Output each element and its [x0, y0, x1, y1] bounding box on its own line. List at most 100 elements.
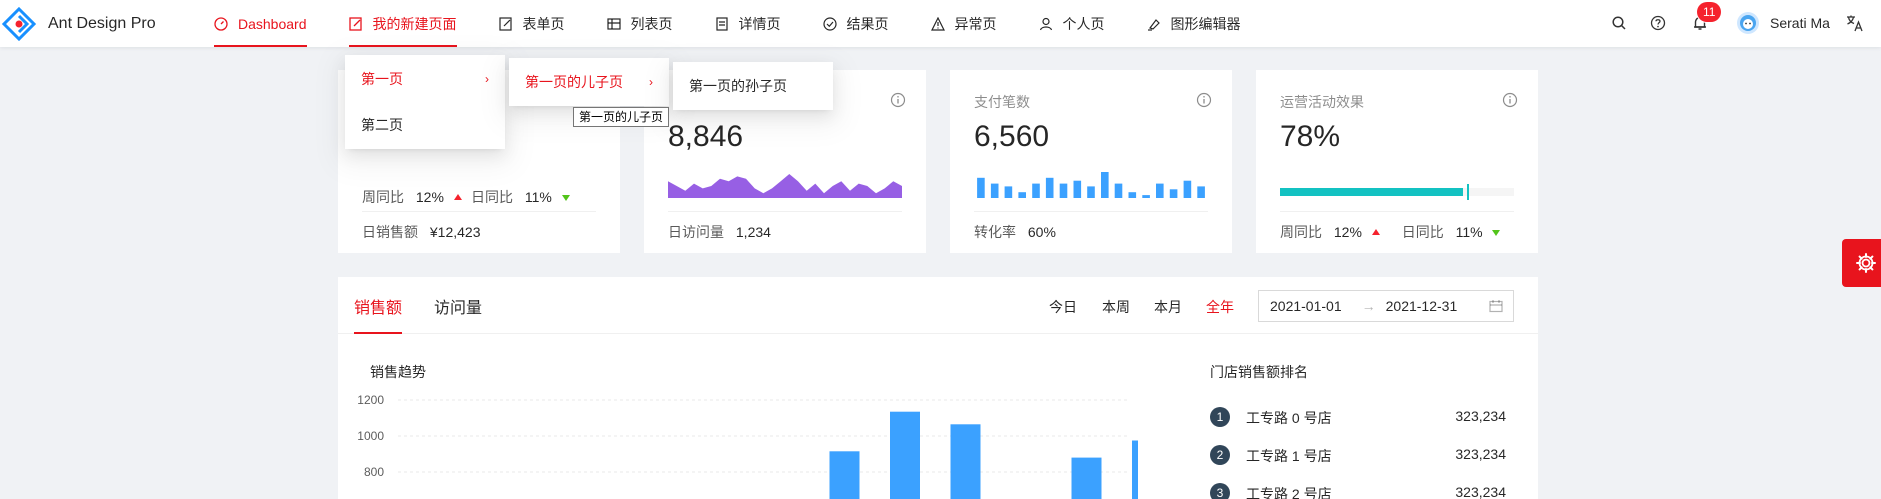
tab-ink-bar — [354, 332, 402, 334]
trend-label: 周同比 — [362, 189, 404, 205]
avatar[interactable] — [1737, 12, 1759, 34]
caret-down-icon — [1492, 230, 1501, 236]
payments-bar — [1142, 195, 1150, 198]
nav-label: 图形编辑器 — [1170, 15, 1241, 32]
nav-list-page[interactable]: 列表页 — [606, 0, 693, 47]
operations-card: 运营活动效果 78% 周同比 12% 日同比 11% — [1256, 70, 1538, 253]
sales-bar — [829, 451, 860, 499]
nav-account-page[interactable]: 个人页 — [1039, 0, 1125, 47]
menu-item-label: 第一页的孙子页 — [689, 78, 787, 94]
chevron-right-icon: › — [485, 72, 489, 86]
info-circle-icon[interactable] — [1502, 92, 1518, 108]
sales-tabs: 销售额 访问量 今日 本周 本月 全年 2021-01-01 → 2021-12… — [338, 277, 1538, 334]
menu-item-page-one[interactable]: 第一页 › — [345, 59, 505, 99]
store-sales: 323,234 — [1455, 408, 1506, 424]
date-end[interactable]: 2021-12-31 — [1386, 298, 1458, 314]
payments-bar — [1101, 172, 1109, 198]
translation-icon[interactable] — [1846, 14, 1864, 32]
menu-item-label: 第一页的儿子页 — [525, 74, 623, 90]
store-name: 工专路 2 号店 — [1246, 486, 1332, 499]
visits-area-chart — [668, 174, 902, 198]
nav-detail-page[interactable]: 详情页 — [715, 0, 801, 47]
payments-mini-bar-chart — [977, 172, 1205, 198]
menu-tooltip: 第一页的儿子页 — [573, 107, 670, 127]
settings-drawer-handle[interactable] — [1842, 239, 1881, 287]
card-footer: 周同比 12% 日同比 11% — [1280, 222, 1501, 242]
chevron-right-icon: › — [649, 75, 653, 89]
top-header: Ant Design Pro Dashboard 我的新建页面 表单页 列表页 — [0, 0, 1881, 47]
question-circle-icon[interactable] — [1650, 15, 1666, 31]
card-title: 运营活动效果 — [1280, 94, 1364, 110]
range-week[interactable]: 本周 — [1102, 297, 1130, 317]
store-sales: 323,234 — [1455, 484, 1506, 499]
ranking-item: 3 工专路 2 号店 323,234 — [1210, 483, 1506, 499]
username[interactable]: Serati Ma — [1770, 15, 1830, 31]
footer-label: 日访问量 — [668, 224, 724, 240]
range-today[interactable]: 今日 — [1049, 297, 1077, 317]
nav-dashboard[interactable]: Dashboard — [214, 0, 327, 47]
y-tick-label: 1000 — [357, 429, 384, 443]
payments-bar — [1018, 192, 1026, 198]
footer-label: 日销售额 — [362, 224, 418, 240]
card-footer: 日销售额 ¥12,423 — [362, 222, 481, 242]
submenu-level-2: 第一页的儿子页 › — [509, 58, 669, 106]
progress-bar — [1280, 184, 1514, 200]
nav-result-page[interactable]: 结果页 — [822, 0, 909, 47]
tab-sales[interactable]: 销售额 — [354, 294, 402, 318]
info-circle-icon[interactable] — [1196, 92, 1212, 108]
menu-item-page-two[interactable]: 第二页 — [345, 105, 505, 145]
calendar-icon — [1489, 300, 1503, 313]
sales-panel: 销售额 访问量 今日 本周 本月 全年 2021-01-01 → 2021-12… — [338, 277, 1538, 499]
rank-number: 3 — [1210, 483, 1230, 499]
nav-graph-editor[interactable]: 图形编辑器 — [1147, 0, 1261, 47]
footer-value: 60% — [1027, 224, 1056, 240]
nav-label: Dashboard — [238, 15, 307, 32]
nav-form-page[interactable]: 表单页 — [498, 0, 585, 47]
menu-item-grandchild-page[interactable]: 第一页的孙子页 — [673, 66, 833, 106]
progress-target-marker — [1466, 184, 1469, 200]
visits-area-path — [668, 174, 902, 198]
table-icon — [606, 17, 621, 31]
footer-value: ¥12,423 — [429, 224, 481, 240]
dashboard-icon — [214, 16, 228, 31]
range-year[interactable]: 全年 — [1206, 297, 1234, 317]
ranking-title: 门店销售额排名 — [1210, 364, 1308, 380]
menu-item-child-page[interactable]: 第一页的儿子页 › — [509, 62, 669, 102]
nav-label: 表单页 — [522, 15, 565, 32]
payments-bar — [1087, 186, 1095, 198]
warning-icon — [930, 16, 945, 31]
sales-bar — [950, 424, 981, 499]
nav-exception-page[interactable]: 异常页 — [930, 0, 1017, 47]
sales-bar — [1132, 440, 1138, 499]
payments-bar — [1128, 192, 1137, 198]
menu-item-label: 第二页 — [361, 117, 403, 133]
profile-icon — [715, 16, 729, 31]
date-range-picker[interactable]: 2021-01-01 → 2021-12-31 — [1258, 290, 1514, 322]
edit-icon — [498, 16, 513, 31]
ranking-item: 2 工专路 1 号店 323,234 — [1210, 445, 1506, 465]
store-name: 工专路 0 号店 — [1246, 410, 1332, 426]
operations-value: 78% — [1280, 120, 1341, 153]
tab-visits[interactable]: 访问量 — [434, 294, 482, 318]
payments-bar — [1156, 183, 1164, 198]
date-start[interactable]: 2021-01-01 — [1270, 298, 1342, 314]
top-nav: Dashboard 我的新建页面 表单页 列表页 详情页 结果页 异常页 个人页… — [214, 0, 1283, 47]
nav-my-new-page[interactable]: 我的新建页面 — [348, 0, 477, 47]
search-icon[interactable] — [1611, 15, 1627, 31]
submenu-level-3: 第一页的孙子页 — [673, 62, 833, 110]
sales-bar — [1071, 457, 1102, 499]
card-divider — [974, 211, 1208, 212]
nav-label: 列表页 — [630, 15, 673, 32]
trend-value: 12% — [1333, 224, 1362, 240]
logo[interactable]: Ant Design Pro — [0, 7, 156, 41]
submenu-level-1: 第一页 › 第二页 — [345, 55, 505, 149]
setting-icon — [1856, 253, 1876, 273]
caret-up-icon — [1371, 229, 1380, 235]
sales-bar — [890, 411, 920, 499]
payments-value: 6,560 — [974, 120, 1050, 153]
card-divider — [668, 211, 902, 212]
range-month[interactable]: 本月 — [1154, 297, 1182, 317]
chart-title: 销售趋势 — [370, 364, 426, 380]
store-name: 工专路 1 号店 — [1246, 448, 1332, 464]
info-circle-icon[interactable] — [890, 92, 906, 108]
